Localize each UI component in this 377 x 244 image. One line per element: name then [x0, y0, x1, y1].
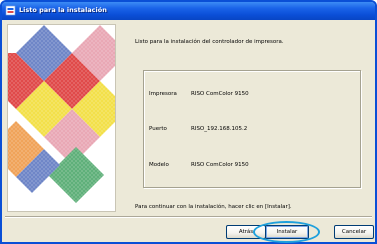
dialog-content: Listo para la instalación del controlado…: [2, 20, 375, 220]
printer-label: Impresora: [149, 91, 177, 97]
info-row-printer: Impresora RISO ComColor 9150: [144, 91, 360, 101]
cancel-button[interactable]: Cancelar: [334, 225, 374, 239]
info-row-port: Puerto RISO_192.168.105.2: [144, 126, 360, 136]
installer-app-icon: [5, 5, 16, 16]
printer-value: RISO ComColor 9150: [191, 91, 249, 97]
back-button[interactable]: Atrás: [226, 225, 266, 239]
decorative-artwork: [7, 24, 116, 212]
port-label: Puerto: [149, 126, 167, 132]
model-value: RISO ComColor 9150: [191, 162, 249, 168]
port-value: RISO_192.168.105.2: [191, 126, 248, 132]
dialog-heading: Listo para la instalación del controlado…: [135, 39, 284, 45]
install-button[interactable]: Instalar: [265, 225, 309, 239]
model-label: Modelo: [149, 162, 169, 168]
window-title: Listo para la instalación: [19, 6, 107, 14]
printer-info-panel: Impresora RISO ComColor 9150 Puerto RISO…: [143, 70, 361, 188]
info-row-model: Modelo RISO ComColor 9150: [144, 162, 360, 172]
diamond-pattern-image: [8, 25, 115, 211]
instruction-text: Para continuar con la instalación, hacer…: [135, 204, 292, 210]
button-separator: [5, 216, 372, 218]
installer-window: Listo para la instalación Listo para la …: [0, 0, 377, 244]
title-bar[interactable]: Listo para la instalación: [2, 2, 375, 20]
